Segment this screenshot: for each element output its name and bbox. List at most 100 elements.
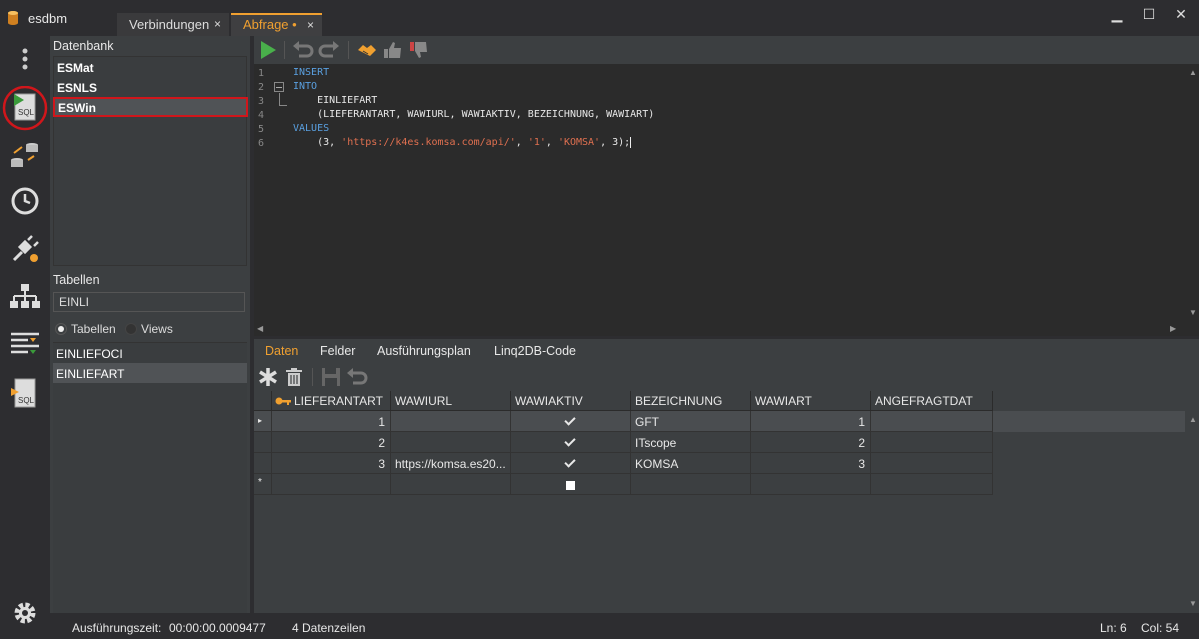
tab-ausfuehrungsplan[interactable]: Ausführungsplan <box>377 344 471 358</box>
table-item-einliefart[interactable]: EINLIEFART <box>53 363 247 383</box>
sql-editor[interactable]: 1 2 3 4 5 6 INSERT INTO EINLIEFART (LIEF… <box>254 64 1199 336</box>
handshake-icon[interactable] <box>356 40 378 60</box>
fold-toggle-icon[interactable] <box>274 82 284 92</box>
sql-query-icon[interactable]: SQL <box>2 86 48 132</box>
asterisk-new-icon[interactable] <box>257 367 279 387</box>
cell-wawiart[interactable]: 2 <box>751 432 871 453</box>
close-icon[interactable]: × <box>214 17 221 31</box>
code-text: EINLIEFART <box>293 95 378 106</box>
checkbox-checked[interactable] <box>565 458 575 468</box>
cell-wawiaktiv[interactable] <box>511 453 631 474</box>
gear-icon[interactable] <box>8 596 42 630</box>
checkbox-unchecked[interactable] <box>565 481 575 490</box>
tab-felder[interactable]: Felder <box>320 344 355 358</box>
save-icon[interactable] <box>320 367 342 387</box>
cell-angefragtdat[interactable] <box>871 453 993 474</box>
cell-wawiurl[interactable] <box>391 474 511 495</box>
radio-views-label[interactable]: Views <box>141 322 173 336</box>
new-row-indicator: * <box>254 474 272 495</box>
editor-vertical-scrollbar[interactable]: ▲ ▼ <box>1185 64 1199 322</box>
row-indicator <box>254 432 272 453</box>
checkbox-checked[interactable] <box>565 437 575 447</box>
undo-icon[interactable] <box>346 367 368 387</box>
column-header-angefragtdat[interactable]: ANGEFRAGTDAT <box>871 391 993 411</box>
column-header-wawiart[interactable]: WAWIART <box>751 391 871 411</box>
plug-settings-icon[interactable] <box>8 232 42 266</box>
column-header-wawiaktiv[interactable]: WAWIAKTIV <box>511 391 631 411</box>
column-header-wawiurl[interactable]: WAWIURL <box>391 391 511 411</box>
line-number-gutter: 1 2 3 4 5 6 <box>254 64 268 322</box>
column-header-lieferantart[interactable]: LIEFERANTART <box>272 391 391 411</box>
scroll-down-icon[interactable]: ▼ <box>1189 308 1197 317</box>
cell-wawiart[interactable]: 1 <box>751 411 871 432</box>
cell-lieferantart[interactable] <box>272 474 391 495</box>
hierarchy-icon[interactable] <box>8 280 42 314</box>
cell-angefragtdat[interactable] <box>871 432 993 453</box>
cell-angefragtdat[interactable] <box>871 411 993 432</box>
scroll-up-icon[interactable]: ▲ <box>1189 415 1197 424</box>
cell-bezeichnung[interactable]: KOMSA <box>631 453 751 474</box>
scroll-down-icon[interactable]: ▼ <box>1189 599 1197 608</box>
tab-linq2db-code[interactable]: Linq2DB-Code <box>494 344 576 358</box>
table-item-einliefoci[interactable]: EINLIEFOCI <box>53 343 247 363</box>
cell-wawiart[interactable]: 3 <box>751 453 871 474</box>
checkbox-checked[interactable] <box>565 416 575 426</box>
scroll-left-icon[interactable]: ◀ <box>257 324 263 333</box>
column-header-label: LIEFERANTART <box>294 394 383 408</box>
tab-daten[interactable]: Daten <box>265 344 298 358</box>
tab-abfrage[interactable]: Abfrage • × <box>231 13 322 36</box>
maximize-button[interactable]: ☐ <box>1136 6 1162 24</box>
trash-icon[interactable] <box>283 367 305 387</box>
new-row[interactable]: * <box>254 474 1185 495</box>
minimize-button[interactable]: ▁ <box>1104 6 1130 24</box>
scroll-up-icon[interactable]: ▲ <box>1189 68 1197 77</box>
database-item-esnls[interactable]: ESNLS <box>54 77 246 97</box>
grid-vertical-scrollbar[interactable]: ▲ ▼ <box>1185 391 1199 613</box>
cell-lieferantart[interactable]: 2 <box>272 432 391 453</box>
table-row[interactable]: ▸ 1 GFT 1 <box>254 411 1185 432</box>
cell-wawiurl[interactable]: https://komsa.es20... <box>391 453 511 474</box>
cell-bezeichnung[interactable]: ITscope <box>631 432 751 453</box>
more-vertical-icon[interactable] <box>8 44 42 78</box>
cell-wawiurl[interactable] <box>391 411 511 432</box>
column-header-bezeichnung[interactable]: BEZEICHNUNG <box>631 391 751 411</box>
cell-wawiurl[interactable] <box>391 432 511 453</box>
undo-icon[interactable] <box>292 40 314 60</box>
close-window-button[interactable]: ✕ <box>1168 6 1194 24</box>
cell-bezeichnung[interactable]: GFT <box>631 411 751 432</box>
line-number: 3 <box>258 96 265 107</box>
cell-wawiaktiv[interactable] <box>511 432 631 453</box>
thumbs-up-icon[interactable] <box>382 40 404 60</box>
thumbs-down-icon[interactable] <box>408 40 430 60</box>
radio-tables-label[interactable]: Tabellen <box>71 322 116 336</box>
app-title: esdbm <box>28 11 68 26</box>
scroll-right-icon[interactable]: ▶ <box>1170 324 1176 333</box>
sql-file-icon[interactable]: SQL <box>8 376 42 410</box>
tab-verbindungen[interactable]: Verbindungen × <box>117 13 229 36</box>
history-clock-icon[interactable] <box>8 184 42 218</box>
database-item-esmat[interactable]: ESMat <box>54 57 246 77</box>
cell-lieferantart[interactable]: 1 <box>272 411 391 432</box>
cell-wawiaktiv[interactable] <box>511 474 631 495</box>
run-icon[interactable] <box>257 40 279 60</box>
table-filter-input[interactable] <box>53 292 245 312</box>
cell-angefragtdat[interactable] <box>871 474 993 495</box>
database-transfer-icon[interactable] <box>8 138 42 172</box>
code-string: 'KOMSA' <box>557 137 601 148</box>
table-row[interactable]: 2 ITscope 2 <box>254 432 1185 453</box>
code-keyword: VALUES <box>293 123 330 134</box>
cell-wawiaktiv[interactable] <box>511 411 631 432</box>
cell-lieferantart[interactable]: 3 <box>272 453 391 474</box>
redo-icon[interactable] <box>318 40 340 60</box>
cell-bezeichnung[interactable] <box>631 474 751 495</box>
database-item-eswin[interactable]: ESWin <box>53 97 248 117</box>
tab-label: Abfrage • <box>243 17 297 32</box>
close-icon[interactable]: × <box>307 18 314 32</box>
line-number: 2 <box>258 82 265 93</box>
radio-tables[interactable] <box>55 323 67 335</box>
list-filter-icon[interactable] <box>8 326 42 360</box>
radio-views[interactable] <box>125 323 138 335</box>
table-row[interactable]: 3 https://komsa.es20... KOMSA 3 <box>254 453 1185 474</box>
editor-horizontal-scrollbar[interactable]: ◀ ▶ <box>254 322 1199 336</box>
cell-wawiart[interactable] <box>751 474 871 495</box>
